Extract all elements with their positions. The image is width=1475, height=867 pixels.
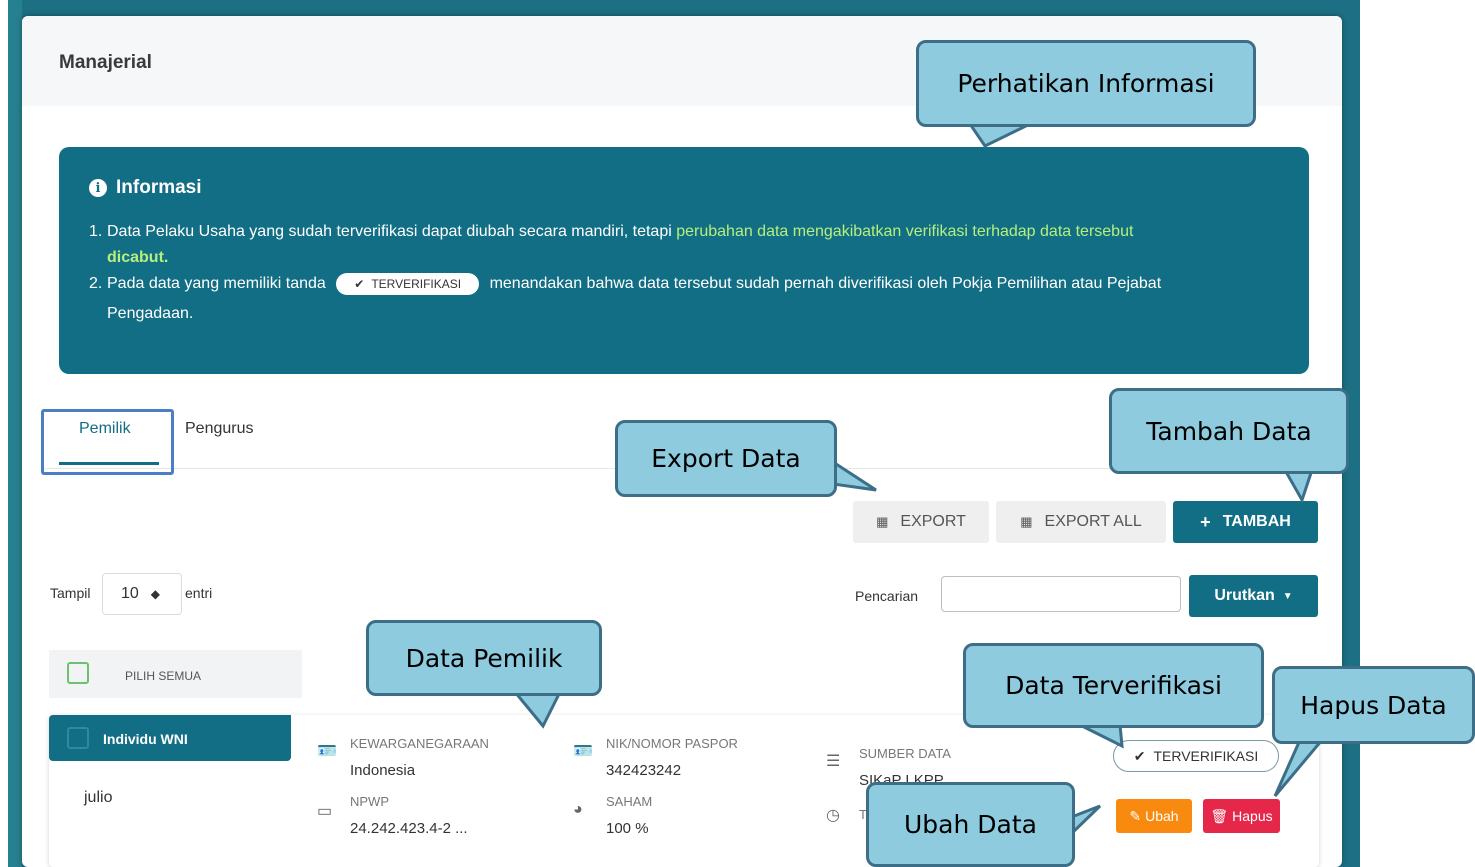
callout-export-data: Export Data — [615, 420, 837, 497]
verified-badge-label: TERVERIFIKASI — [371, 276, 462, 291]
verified-label: TERVERIFIKASI — [1153, 748, 1259, 764]
clock-icon: ◷ — [826, 807, 840, 824]
add-label: TAMBAH — [1222, 513, 1291, 530]
pie-chart-icon: ◕ — [573, 801, 583, 818]
callout-tambah-data: Tambah Data — [1109, 388, 1349, 474]
info-item-highlight: perubahan data mengakibatkan verifikasi … — [676, 223, 1134, 240]
table-icon: ▦ — [1020, 514, 1033, 529]
select-all-label: PILIH SEMUA — [125, 669, 202, 683]
info-item-text: Data Pelaku Usaha yang sudah terverifika… — [107, 219, 1133, 271]
kewarganegaraan-label: KEWARGANEGARAAN — [350, 736, 489, 751]
info-box: i Informasi 1. Data Pelaku Usaha yang su… — [59, 147, 1309, 374]
edit-label: Ubah — [1145, 808, 1179, 824]
sort-label: Urutkan — [1214, 587, 1275, 604]
record-type-header: Individu WNI — [49, 715, 291, 761]
search-input[interactable] — [941, 576, 1181, 612]
edit-icon: ✎ — [1129, 807, 1142, 824]
export-all-button[interactable]: ▦ EXPORT ALL — [996, 501, 1166, 543]
table-icon: ▦ — [876, 514, 889, 529]
app-frame-edge — [8, 0, 22, 867]
plus-icon: + — [1200, 511, 1211, 532]
saham-value: 100 % — [606, 820, 649, 837]
credit-card-icon: ▭ — [317, 803, 333, 820]
page-title: Manajerial — [59, 52, 152, 73]
info-item-text: Pada data yang memiliki tanda ✔ TERVERIFI… — [107, 271, 1161, 327]
callout-perhatikan-informasi: Perhatikan Informasi — [916, 40, 1256, 127]
check-icon: ✔ — [1133, 747, 1146, 764]
search-label: Pencarian — [855, 588, 919, 604]
pemilik-record: Individu WNI julio 🪪 KEWARGANEGARAAN Ind… — [49, 715, 1319, 867]
info-item-text-part: Data Pelaku Usaha yang sudah terverifika… — [107, 223, 677, 240]
callout-hapus-data: Hapus Data — [1272, 666, 1475, 744]
show-label: Tampil — [50, 585, 91, 601]
select-arrows-icon: ◆ — [150, 587, 161, 601]
info-item-1: 1. Data Pelaku Usaha yang sudah terverif… — [89, 219, 1279, 271]
info-item-text-part: Pengadaan. — [107, 305, 194, 322]
info-item-2: 2. Pada data yang memiliki tanda ✔ TERVER… — [89, 271, 1279, 327]
record-checkbox[interactable] — [67, 727, 89, 749]
info-list: 1. Data Pelaku Usaha yang sudah terverif… — [89, 219, 1279, 327]
info-icon: i — [89, 179, 107, 197]
saham-label: SAHAM — [606, 794, 653, 809]
callout-data-terverifikasi: Data Terverifikasi — [963, 643, 1264, 728]
record-type: Individu WNI — [103, 731, 188, 747]
entries-label: entri — [185, 585, 213, 601]
sumber-label: SUMBER DATA — [859, 746, 951, 761]
tab-pengurus[interactable]: Pengurus — [185, 420, 254, 438]
database-icon: ☰ — [826, 753, 841, 770]
verified-badge-sample: ✔ TERVERIFIKASI — [336, 272, 480, 295]
delete-button[interactable]: 🗑 Hapus — [1203, 799, 1280, 833]
export-all-label: EXPORT ALL — [1044, 513, 1142, 530]
verified-badge: ✔ TERVERIFIKASI — [1113, 740, 1279, 772]
info-item-number: 2. — [89, 275, 103, 292]
info-item-number: 1. — [89, 223, 103, 240]
callout-data-pemilik: Data Pemilik — [366, 620, 602, 696]
trash-icon: 🗑 — [1210, 807, 1229, 824]
export-button[interactable]: ▦ EXPORT — [853, 501, 989, 543]
select-all-bar[interactable]: PILIH SEMUA — [49, 650, 302, 698]
npwp-value: 24.242.423.4-2 ... — [350, 820, 468, 837]
edit-button[interactable]: ✎ Ubah — [1116, 799, 1192, 833]
kewarganegaraan-value: Indonesia — [350, 762, 416, 779]
info-item-text-part: menandakan bahwa data tersebut sudah per… — [489, 275, 1162, 292]
info-heading: i Informasi — [89, 177, 202, 199]
entries-value: 10 — [121, 585, 139, 602]
info-title: Informasi — [116, 177, 202, 198]
id-card-icon: 🪪 — [317, 743, 337, 760]
entries-select[interactable]: 10 ◆ — [102, 573, 182, 615]
caret-down-icon: ▼ — [1282, 590, 1293, 602]
record-name: julio — [84, 789, 113, 806]
callout-ubah-data: Ubah Data — [866, 782, 1075, 867]
tab-highlight-box — [41, 409, 174, 475]
add-button[interactable]: + TAMBAH — [1173, 501, 1318, 543]
delete-label: Hapus — [1232, 808, 1273, 824]
info-item-highlight-bold: dicabut. — [107, 249, 169, 266]
info-item-text-part: Pada data yang memiliki tanda — [107, 275, 326, 292]
id-card-icon: 🪪 — [573, 743, 593, 760]
sort-button[interactable]: Urutkan ▼ — [1189, 575, 1318, 617]
check-icon: ✔ — [354, 276, 365, 291]
nik-value: 342423242 — [606, 762, 682, 779]
select-all-checkbox[interactable] — [67, 662, 89, 684]
npwp-label: NPWP — [350, 794, 389, 809]
export-label: EXPORT — [900, 513, 966, 530]
nik-label: NIK/NOMOR PASPOR — [606, 736, 738, 751]
